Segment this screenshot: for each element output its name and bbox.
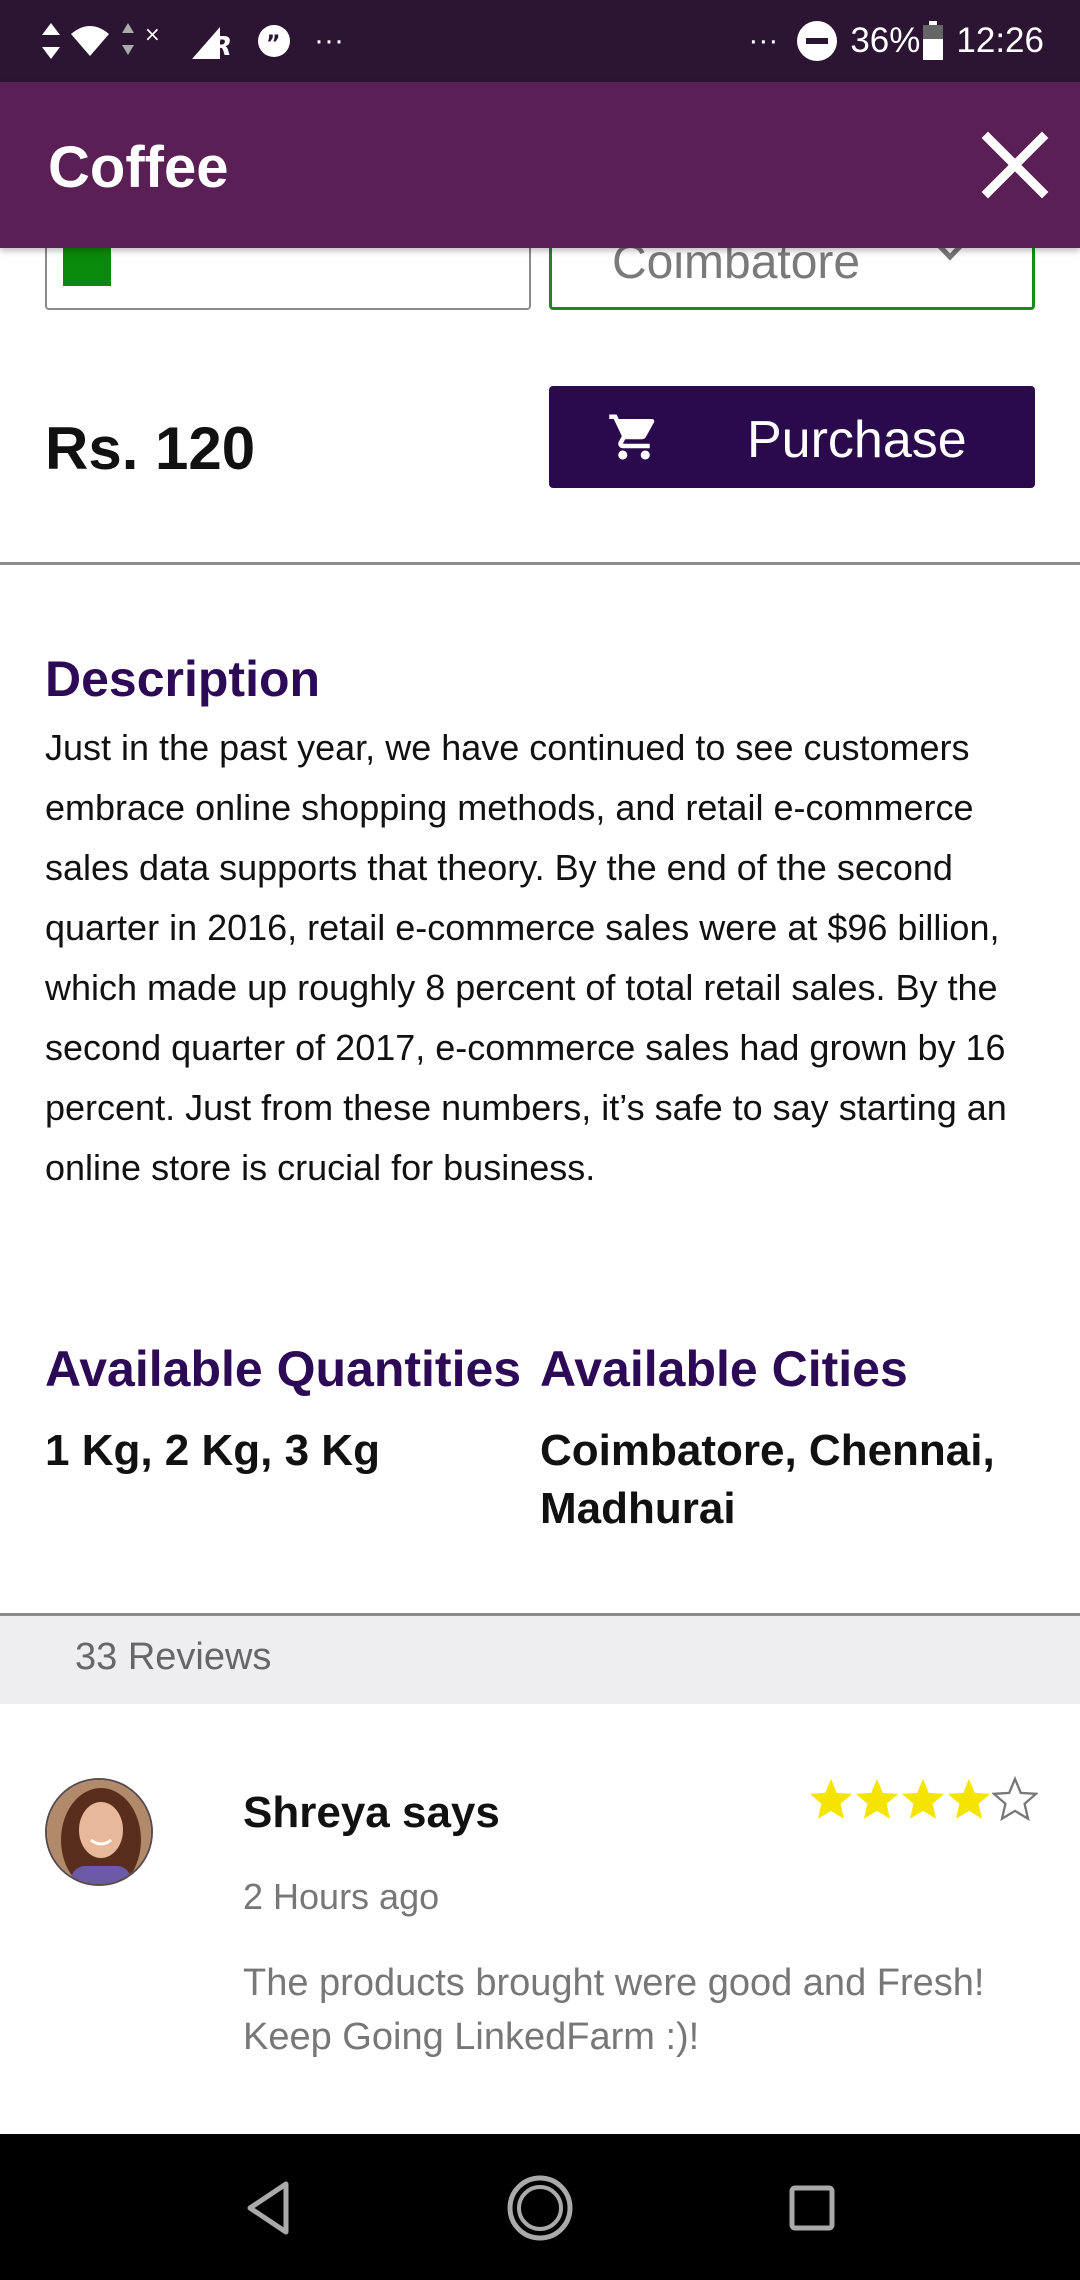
star-filled-icon [809,1778,853,1819]
avatar-image [47,1780,151,1884]
status-overflow-left: ··· [314,24,344,57]
svg-text:R: R [212,32,232,61]
roaming-signal-icon: R [192,27,232,61]
do-not-disturb-icon [797,21,838,61]
reviews-header: 33 Reviews [0,1616,1080,1704]
battery-percent: 36% [850,21,921,60]
available-cities-heading: Available Cities [540,1341,908,1397]
status-bar: × R ” ··· ··· 36% 12:26 [0,0,1080,82]
signal-icon: × [122,22,161,55]
quote-notification-icon: ” [258,25,290,57]
svg-text:”: ” [266,32,280,57]
recent-apps-icon[interactable] [780,2176,844,2240]
status-bar-left: × R ” ··· [40,18,344,64]
product-price: Rs. 120 [45,415,256,482]
status-overflow-right: ··· [748,24,779,57]
purchase-button-label: Purchase [747,411,967,469]
star-rating [808,1776,1038,1822]
available-cities-value: Coimbatore, Chennai, Madhurai [540,1426,995,1533]
app-bar: Coffee [0,82,1080,248]
reviews-count: 33 Reviews [75,1636,272,1678]
svg-text:×: × [144,22,161,46]
description-body: Just in the past year, we have continued… [45,727,1007,1188]
purchase-button[interactable]: Purchase [549,386,1035,488]
star-filled-icon [947,1778,991,1819]
review-text: The products brought were good and Fresh… [243,1962,985,2058]
battery-icon [923,21,944,60]
divider [0,562,1080,565]
color-swatch [63,242,111,286]
avatar [45,1778,153,1886]
back-icon[interactable] [238,2176,302,2240]
star-filled-icon [901,1778,945,1819]
review-time: 2 Hours ago [243,1876,440,1917]
available-quantities-value: 1 Kg, 2 Kg, 3 Kg [45,1426,380,1475]
available-quantities-heading: Available Quantities [45,1341,522,1397]
page-title: Coffee [48,135,229,200]
review-author: Shreya says [243,1788,500,1837]
star-filled-icon [855,1778,899,1819]
wifi-icon [71,26,109,56]
home-icon[interactable] [506,2174,574,2242]
navigation-bar [0,2134,1080,2280]
star-empty-icon [992,1776,1038,1822]
close-icon[interactable] [972,122,1058,208]
status-bar-right: ··· 36% 12:26 [748,14,1044,68]
data-arrows-icon [42,23,60,59]
cart-icon [609,414,655,460]
status-time: 12:26 [956,21,1044,60]
description-heading: Description [45,651,321,707]
